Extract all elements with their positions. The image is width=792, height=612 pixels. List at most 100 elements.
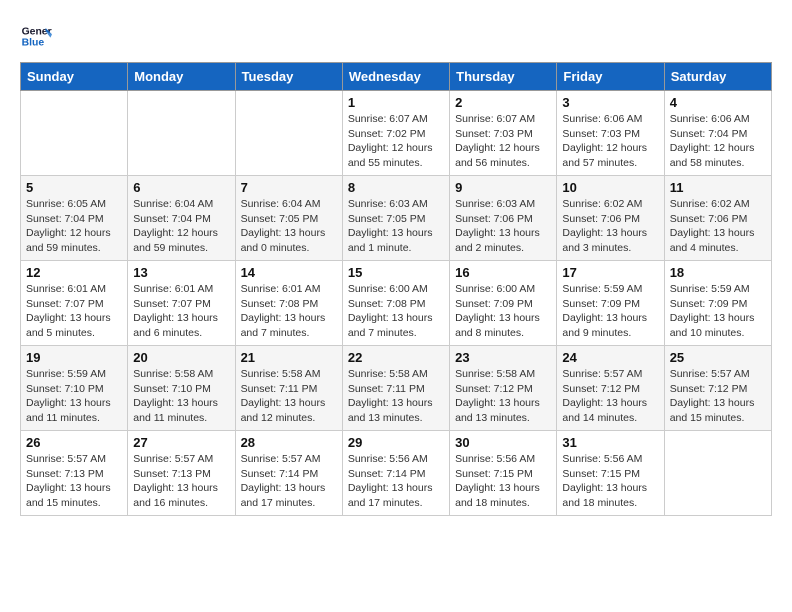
day-info: Sunrise: 5:58 AM Sunset: 7:11 PM Dayligh… xyxy=(241,367,337,426)
weekday-header: Monday xyxy=(128,63,235,91)
day-info: Sunrise: 6:07 AM Sunset: 7:03 PM Dayligh… xyxy=(455,112,551,171)
calendar-cell: 19 Sunrise: 5:59 AM Sunset: 7:10 PM Dayli… xyxy=(21,346,128,431)
day-number: 9 xyxy=(455,180,551,195)
day-number: 28 xyxy=(241,435,337,450)
day-info: Sunrise: 5:57 AM Sunset: 7:13 PM Dayligh… xyxy=(26,452,122,511)
day-number: 7 xyxy=(241,180,337,195)
calendar-cell xyxy=(235,91,342,176)
weekday-header: Friday xyxy=(557,63,664,91)
day-number: 25 xyxy=(670,350,766,365)
day-info: Sunrise: 5:59 AM Sunset: 7:09 PM Dayligh… xyxy=(670,282,766,341)
weekday-header: Thursday xyxy=(450,63,557,91)
day-info: Sunrise: 6:01 AM Sunset: 7:07 PM Dayligh… xyxy=(26,282,122,341)
day-number: 14 xyxy=(241,265,337,280)
day-number: 15 xyxy=(348,265,444,280)
day-info: Sunrise: 5:58 AM Sunset: 7:10 PM Dayligh… xyxy=(133,367,229,426)
calendar-cell: 15 Sunrise: 6:00 AM Sunset: 7:08 PM Dayli… xyxy=(342,261,449,346)
calendar-cell: 3Sunrise: 6:06 AM Sunset: 7:03 PM Daylig… xyxy=(557,91,664,176)
calendar-cell: 26 Sunrise: 5:57 AM Sunset: 7:13 PM Dayli… xyxy=(21,431,128,516)
weekday-header: Wednesday xyxy=(342,63,449,91)
day-number: 20 xyxy=(133,350,229,365)
calendar-cell: 25 Sunrise: 5:57 AM Sunset: 7:12 PM Dayli… xyxy=(664,346,771,431)
day-info: Sunrise: 6:07 AM Sunset: 7:02 PM Dayligh… xyxy=(348,112,444,171)
day-number: 12 xyxy=(26,265,122,280)
day-info: Sunrise: 6:01 AM Sunset: 7:08 PM Dayligh… xyxy=(241,282,337,341)
day-number: 2 xyxy=(455,95,551,110)
day-info: Sunrise: 6:00 AM Sunset: 7:09 PM Dayligh… xyxy=(455,282,551,341)
day-info: Sunrise: 5:57 AM Sunset: 7:14 PM Dayligh… xyxy=(241,452,337,511)
calendar-cell: 9 Sunrise: 6:03 AM Sunset: 7:06 PM Daylig… xyxy=(450,176,557,261)
day-info: Sunrise: 6:05 AM Sunset: 7:04 PM Dayligh… xyxy=(26,197,122,256)
day-number: 30 xyxy=(455,435,551,450)
calendar-cell: 29Sunrise: 5:56 AM Sunset: 7:14 PM Dayli… xyxy=(342,431,449,516)
calendar-cell: 12 Sunrise: 6:01 AM Sunset: 7:07 PM Dayli… xyxy=(21,261,128,346)
day-info: Sunrise: 6:03 AM Sunset: 7:05 PM Dayligh… xyxy=(348,197,444,256)
day-number: 3 xyxy=(562,95,658,110)
weekday-header: Tuesday xyxy=(235,63,342,91)
svg-text:Blue: Blue xyxy=(22,38,45,49)
calendar-cell: 10 Sunrise: 6:02 AM Sunset: 7:06 PM Dayli… xyxy=(557,176,664,261)
logo: General Blue xyxy=(20,20,56,52)
day-info: Sunrise: 5:58 AM Sunset: 7:11 PM Dayligh… xyxy=(348,367,444,426)
day-info: Sunrise: 6:02 AM Sunset: 7:06 PM Dayligh… xyxy=(562,197,658,256)
calendar-cell: 27 Sunrise: 5:57 AM Sunset: 7:13 PM Dayli… xyxy=(128,431,235,516)
day-number: 23 xyxy=(455,350,551,365)
calendar-cell: 8 Sunrise: 6:03 AM Sunset: 7:05 PM Daylig… xyxy=(342,176,449,261)
day-info: Sunrise: 6:06 AM Sunset: 7:04 PM Dayligh… xyxy=(670,112,766,171)
calendar-cell: 14 Sunrise: 6:01 AM Sunset: 7:08 PM Dayli… xyxy=(235,261,342,346)
day-number: 22 xyxy=(348,350,444,365)
calendar-cell: 5 Sunrise: 6:05 AM Sunset: 7:04 PM Daylig… xyxy=(21,176,128,261)
weekday-header: Sunday xyxy=(21,63,128,91)
calendar-cell: 22 Sunrise: 5:58 AM Sunset: 7:11 PM Dayli… xyxy=(342,346,449,431)
calendar-cell: 30 Sunrise: 5:56 AM Sunset: 7:15 PM Dayli… xyxy=(450,431,557,516)
calendar-cell: 16 Sunrise: 6:00 AM Sunset: 7:09 PM Dayli… xyxy=(450,261,557,346)
day-info: Sunrise: 6:04 AM Sunset: 7:04 PM Dayligh… xyxy=(133,197,229,256)
calendar-cell: 20 Sunrise: 5:58 AM Sunset: 7:10 PM Dayli… xyxy=(128,346,235,431)
calendar-cell: 13 Sunrise: 6:01 AM Sunset: 7:07 PM Dayli… xyxy=(128,261,235,346)
day-info: Sunrise: 5:57 AM Sunset: 7:12 PM Dayligh… xyxy=(670,367,766,426)
calendar-cell: 23 Sunrise: 5:58 AM Sunset: 7:12 PM Dayli… xyxy=(450,346,557,431)
day-number: 13 xyxy=(133,265,229,280)
calendar-cell: 24 Sunrise: 5:57 AM Sunset: 7:12 PM Dayli… xyxy=(557,346,664,431)
day-number: 11 xyxy=(670,180,766,195)
logo-icon: General Blue xyxy=(20,20,52,52)
day-number: 4 xyxy=(670,95,766,110)
calendar-table: SundayMondayTuesdayWednesdayThursdayFrid… xyxy=(20,62,772,516)
day-info: Sunrise: 5:56 AM Sunset: 7:15 PM Dayligh… xyxy=(562,452,658,511)
day-number: 27 xyxy=(133,435,229,450)
day-number: 6 xyxy=(133,180,229,195)
day-number: 24 xyxy=(562,350,658,365)
day-info: Sunrise: 5:57 AM Sunset: 7:13 PM Dayligh… xyxy=(133,452,229,511)
day-info: Sunrise: 5:56 AM Sunset: 7:15 PM Dayligh… xyxy=(455,452,551,511)
calendar-cell: 6 Sunrise: 6:04 AM Sunset: 7:04 PM Daylig… xyxy=(128,176,235,261)
day-number: 1 xyxy=(348,95,444,110)
calendar-cell xyxy=(664,431,771,516)
calendar-cell: 17 Sunrise: 5:59 AM Sunset: 7:09 PM Dayli… xyxy=(557,261,664,346)
day-number: 17 xyxy=(562,265,658,280)
day-info: Sunrise: 6:02 AM Sunset: 7:06 PM Dayligh… xyxy=(670,197,766,256)
day-number: 10 xyxy=(562,180,658,195)
weekday-header: Saturday xyxy=(664,63,771,91)
day-number: 8 xyxy=(348,180,444,195)
calendar-cell: 4 Sunrise: 6:06 AM Sunset: 7:04 PM Daylig… xyxy=(664,91,771,176)
day-info: Sunrise: 5:58 AM Sunset: 7:12 PM Dayligh… xyxy=(455,367,551,426)
day-number: 19 xyxy=(26,350,122,365)
day-number: 5 xyxy=(26,180,122,195)
day-number: 26 xyxy=(26,435,122,450)
day-info: Sunrise: 5:59 AM Sunset: 7:10 PM Dayligh… xyxy=(26,367,122,426)
day-info: Sunrise: 5:57 AM Sunset: 7:12 PM Dayligh… xyxy=(562,367,658,426)
calendar-cell xyxy=(128,91,235,176)
header: General Blue xyxy=(20,20,772,52)
day-number: 16 xyxy=(455,265,551,280)
day-info: Sunrise: 6:01 AM Sunset: 7:07 PM Dayligh… xyxy=(133,282,229,341)
day-number: 29 xyxy=(348,435,444,450)
calendar-cell: 18Sunrise: 5:59 AM Sunset: 7:09 PM Dayli… xyxy=(664,261,771,346)
day-number: 21 xyxy=(241,350,337,365)
day-info: Sunrise: 6:03 AM Sunset: 7:06 PM Dayligh… xyxy=(455,197,551,256)
calendar-cell: 2 Sunrise: 6:07 AM Sunset: 7:03 PM Daylig… xyxy=(450,91,557,176)
calendar-cell xyxy=(21,91,128,176)
day-info: Sunrise: 6:00 AM Sunset: 7:08 PM Dayligh… xyxy=(348,282,444,341)
calendar-cell: 1 Sunrise: 6:07 AM Sunset: 7:02 PM Daylig… xyxy=(342,91,449,176)
calendar-cell: 31Sunrise: 5:56 AM Sunset: 7:15 PM Dayli… xyxy=(557,431,664,516)
day-info: Sunrise: 5:59 AM Sunset: 7:09 PM Dayligh… xyxy=(562,282,658,341)
